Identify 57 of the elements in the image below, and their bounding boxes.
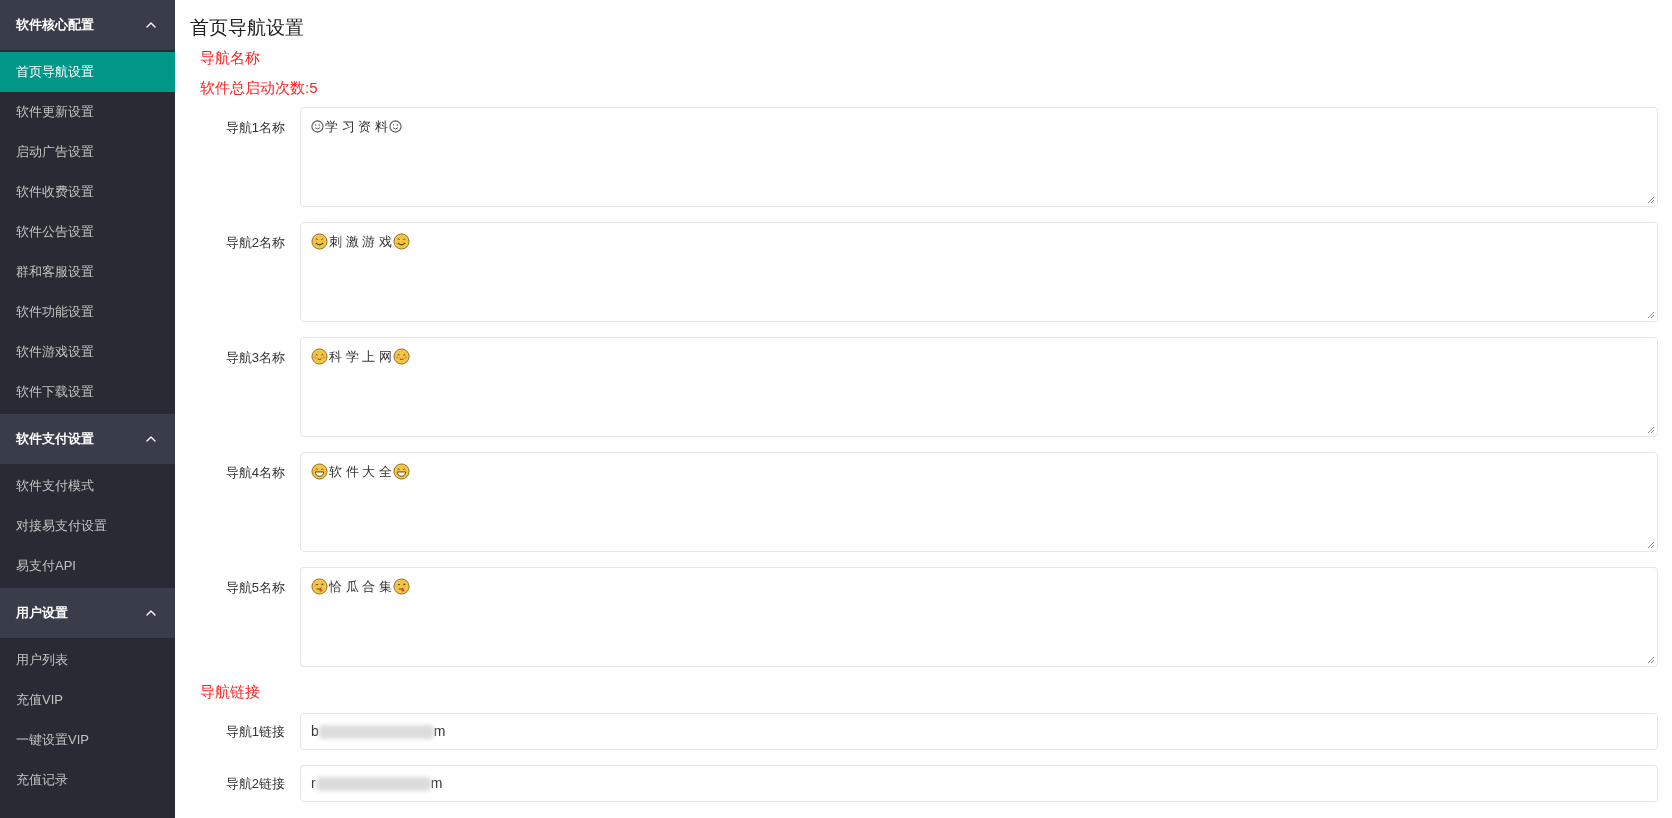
sidebar-item[interactable]: 软件下载设置 [0, 372, 175, 412]
sidebar-group-header[interactable]: 软件支付设置 [0, 414, 175, 464]
sidebar-item[interactable]: 软件支付模式 [0, 466, 175, 506]
sidebar-item[interactable]: 首页导航设置 [0, 52, 175, 92]
winking-face-icon [392, 578, 410, 596]
field-value: 刺 激 游 戏 [329, 233, 392, 251]
field-value: 学 习 资 料 [325, 118, 388, 136]
smiley-icon [311, 120, 324, 134]
resize-handle-icon [1647, 196, 1655, 204]
blushing-face-icon [311, 348, 328, 366]
text-area[interactable]: 软 件 大 全 [300, 452, 1658, 552]
sidebar-item[interactable]: 充值VIP [0, 680, 175, 720]
input-field[interactable]: b m [300, 713, 1658, 750]
smiling-face-icon [311, 233, 328, 251]
smiling-face-icon [392, 233, 410, 251]
field-value: 软 件 大 全 [329, 463, 392, 481]
resize-handle-icon [1647, 656, 1655, 664]
sidebar-item[interactable]: 充值记录 [0, 760, 175, 800]
sidebar-item[interactable]: 易支付API [0, 546, 175, 586]
field-label: 导航4名称 [224, 464, 286, 482]
winking-face-icon [311, 578, 328, 596]
field-label: 导航3名称 [224, 349, 286, 367]
field-value: 科 学 上 网 [329, 348, 392, 366]
sidebar-item[interactable]: 启动广告设置 [0, 132, 175, 172]
text-area[interactable]: 科 学 上 网 [300, 337, 1658, 437]
field-label: 导航1链接 [224, 722, 286, 741]
blushing-face-icon [392, 348, 410, 366]
sidebar-item[interactable]: 群和客服设置 [0, 252, 175, 292]
resize-handle-icon [1647, 426, 1655, 434]
sidebar-item[interactable]: 软件收费设置 [0, 172, 175, 212]
grinning-face-icon [392, 463, 410, 481]
sidebar-group-header[interactable]: 软件核心配置 [0, 0, 175, 50]
field-value: 恰 瓜 合 集 [329, 578, 392, 596]
sidebar-item[interactable]: 软件游戏设置 [0, 332, 175, 372]
resize-handle-icon [1647, 541, 1655, 549]
input-field[interactable]: r m [300, 765, 1658, 802]
section-heading: 导航链接 [200, 682, 261, 702]
field-label: 导航2链接 [224, 774, 286, 793]
sidebar-group-header[interactable]: 用户设置 [0, 588, 175, 638]
launch-count: 软件总启动次数:5 [200, 78, 319, 98]
text-area[interactable]: 刺 激 游 戏 [300, 222, 1658, 322]
section-heading: 导航名称 [200, 48, 261, 68]
sidebar-item[interactable]: 软件公告设置 [0, 212, 175, 252]
sidebar-item[interactable]: 软件更新设置 [0, 92, 175, 132]
resize-handle-icon [1647, 311, 1655, 319]
sidebar-item[interactable]: 用户列表 [0, 640, 175, 680]
field-label: 导航2名称 [224, 234, 286, 252]
field-label: 导航5名称 [224, 579, 286, 597]
field-label: 导航1名称 [224, 119, 286, 137]
sidebar-item[interactable]: 对接易支付设置 [0, 506, 175, 546]
text-area[interactable]: 学 习 资 料 [300, 107, 1658, 207]
grinning-face-icon [311, 463, 328, 481]
sidebar-item[interactable]: 一键设置VIP [0, 720, 175, 760]
text-area[interactable]: 恰 瓜 合 集 [300, 567, 1658, 667]
page-title: 首页导航设置 [190, 16, 305, 40]
smiley-icon [388, 120, 402, 134]
sidebar-item[interactable]: 软件功能设置 [0, 292, 175, 332]
